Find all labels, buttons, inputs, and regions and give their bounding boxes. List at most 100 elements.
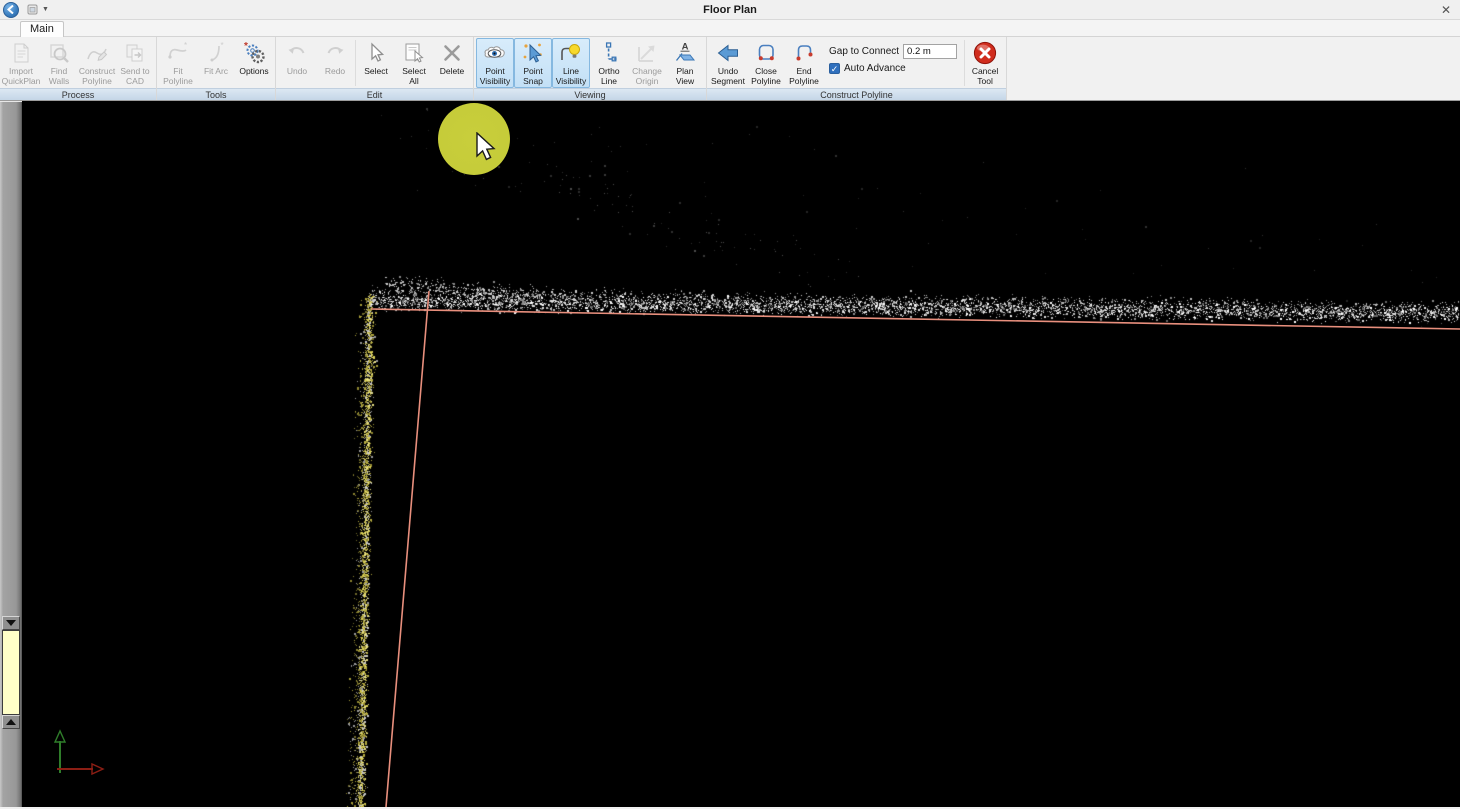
button-label: Close Polyline: [749, 66, 783, 86]
options-icon: *: [242, 41, 266, 65]
slider-down-button[interactable]: [2, 616, 20, 630]
plan-view-button[interactable]: APlan View: [666, 38, 704, 88]
button-label: Options: [239, 66, 268, 76]
ribbon-group-tools: *Fit Polyline*Fit Arc*OptionsTools: [157, 37, 276, 100]
triangle-down-icon: [6, 620, 16, 626]
options-button[interactable]: *Options: [235, 38, 273, 88]
quick-access-toolbar: ▼: [27, 4, 49, 15]
tab-main[interactable]: Main: [20, 21, 64, 37]
point-visibility-icon: [483, 41, 507, 65]
send-to-cad-button[interactable]: Send to CAD: [116, 38, 154, 88]
button-label: Point Snap: [516, 66, 550, 86]
plan-view-icon: A: [673, 41, 697, 65]
group-label: Edit: [276, 88, 473, 100]
button-label: Plan View: [668, 66, 702, 86]
fit-arc-icon: *: [204, 41, 228, 65]
button-label: Undo Segment: [711, 66, 745, 86]
select-icon: [364, 41, 388, 65]
ribbon-group-viewing: Point VisibilityPoint SnapLine Visibilit…: [474, 37, 707, 100]
auto-advance-checkbox[interactable]: ✓: [829, 63, 840, 74]
button-label: Construct Polyline: [79, 66, 115, 86]
polyline-overlay: [0, 101, 1460, 807]
button-label: Change Origin: [630, 66, 664, 86]
close-polyline-button[interactable]: Close Polyline: [747, 38, 785, 88]
import-quickplan-button[interactable]: Import QuickPlan: [2, 38, 40, 88]
redo-icon: [323, 41, 347, 65]
fit-arc-button[interactable]: * Fit Arc: [197, 38, 235, 88]
undo-icon: [285, 41, 309, 65]
point-snap-button[interactable]: Point Snap: [514, 38, 552, 88]
button-label: Fit Arc: [204, 66, 228, 76]
close-button[interactable]: ✕: [1438, 2, 1454, 18]
group-label: Construct Polyline: [707, 88, 1006, 100]
button-label: Select: [364, 66, 388, 76]
axis-indicator-icon: [40, 701, 160, 791]
group-label: Viewing: [474, 88, 706, 100]
line-visibility-button[interactable]: Line Visibility: [552, 38, 590, 88]
select-button[interactable]: Select: [357, 38, 395, 88]
gap-to-connect-input[interactable]: [903, 44, 957, 59]
redo-button[interactable]: Redo: [316, 38, 354, 88]
button-label: Fit Polyline: [161, 66, 195, 86]
delete-icon: [440, 41, 464, 65]
fitted-wall-line-vertical: [386, 291, 429, 807]
construct-polyline-options-panel: Gap to Connect ✓ Auto Advance: [823, 38, 963, 88]
back-button[interactable]: [3, 2, 19, 18]
line-visibility-icon: [559, 41, 583, 65]
group-separator: [964, 40, 965, 86]
auto-advance-label: Auto Advance: [844, 63, 906, 74]
delete-button[interactable]: Delete: [433, 38, 471, 88]
select-all-button[interactable]: Select All: [395, 38, 433, 88]
slider-range-track[interactable]: [2, 630, 20, 715]
button-label: Delete: [440, 66, 465, 76]
button-label: Send to CAD: [118, 66, 152, 86]
floor-plan-window: ▼ Floor Plan ✕ Main Import QuickPlanFind…: [0, 0, 1460, 809]
construct-polyline-button[interactable]: Construct Polyline: [78, 38, 116, 88]
button-label: Line Visibility: [554, 66, 588, 86]
viewport[interactable]: [0, 101, 1460, 807]
ribbon-group-process: Import QuickPlanFind WallsConstruct Poly…: [0, 37, 157, 100]
group-label: Tools: [157, 88, 275, 100]
button-label: Redo: [325, 66, 345, 76]
ribbon-group-construct-polyline: Undo SegmentClose PolylineEnd PolylineGa…: [707, 37, 1007, 100]
ribbon-group-edit: Undo Redo Select Select All Delete Edit: [276, 37, 474, 100]
change-origin-button[interactable]: Change Origin: [628, 38, 666, 88]
button-label: Import QuickPlan: [2, 66, 41, 86]
point-visibility-button[interactable]: Point Visibility: [476, 38, 514, 88]
fitted-wall-line-horizontal: [371, 309, 1460, 329]
ribbon: Import QuickPlanFind WallsConstruct Poly…: [0, 37, 1460, 101]
ortho-line-button[interactable]: Ortho Line: [590, 38, 628, 88]
undo-segment-icon: [716, 41, 740, 65]
slider-up-button[interactable]: [2, 715, 20, 729]
qat-dropdown-caret-icon[interactable]: ▼: [42, 6, 49, 13]
button-label: Select All: [397, 66, 431, 86]
app-icon[interactable]: [27, 4, 38, 15]
send-to-cad-icon: [123, 41, 147, 65]
button-label: Cancel Tool: [968, 66, 1002, 86]
end-polyline-icon: [792, 41, 816, 65]
import-quickplan-icon: [9, 41, 33, 65]
fit-polyline-icon: *: [166, 41, 190, 65]
change-origin-icon: [635, 41, 659, 65]
undo-segment-button[interactable]: Undo Segment: [709, 38, 747, 88]
ribbon-tabstrip: Main: [0, 20, 1460, 37]
cursor-highlight-halo: [438, 103, 510, 175]
cancel-tool-icon: [973, 41, 997, 65]
end-polyline-button[interactable]: End Polyline: [785, 38, 823, 88]
group-label: Process: [0, 88, 156, 100]
button-label: Ortho Line: [592, 66, 626, 86]
window-title: Floor Plan: [0, 4, 1460, 16]
undo-button[interactable]: Undo: [278, 38, 316, 88]
triangle-up-icon: [6, 719, 16, 725]
gap-to-connect-label: Gap to Connect: [829, 46, 899, 57]
group-separator: [355, 40, 356, 86]
close-polyline-icon: [754, 41, 778, 65]
cancel-tool-button[interactable]: Cancel Tool: [966, 38, 1004, 88]
svg-text:*: *: [184, 41, 187, 50]
left-scroll-strip[interactable]: [0, 101, 22, 807]
svg-text:*: *: [221, 41, 224, 50]
ortho-line-icon: [597, 41, 621, 65]
button-label: Undo: [287, 66, 307, 76]
find-walls-button[interactable]: Find Walls: [40, 38, 78, 88]
fit-polyline-button[interactable]: * Fit Polyline: [159, 38, 197, 88]
